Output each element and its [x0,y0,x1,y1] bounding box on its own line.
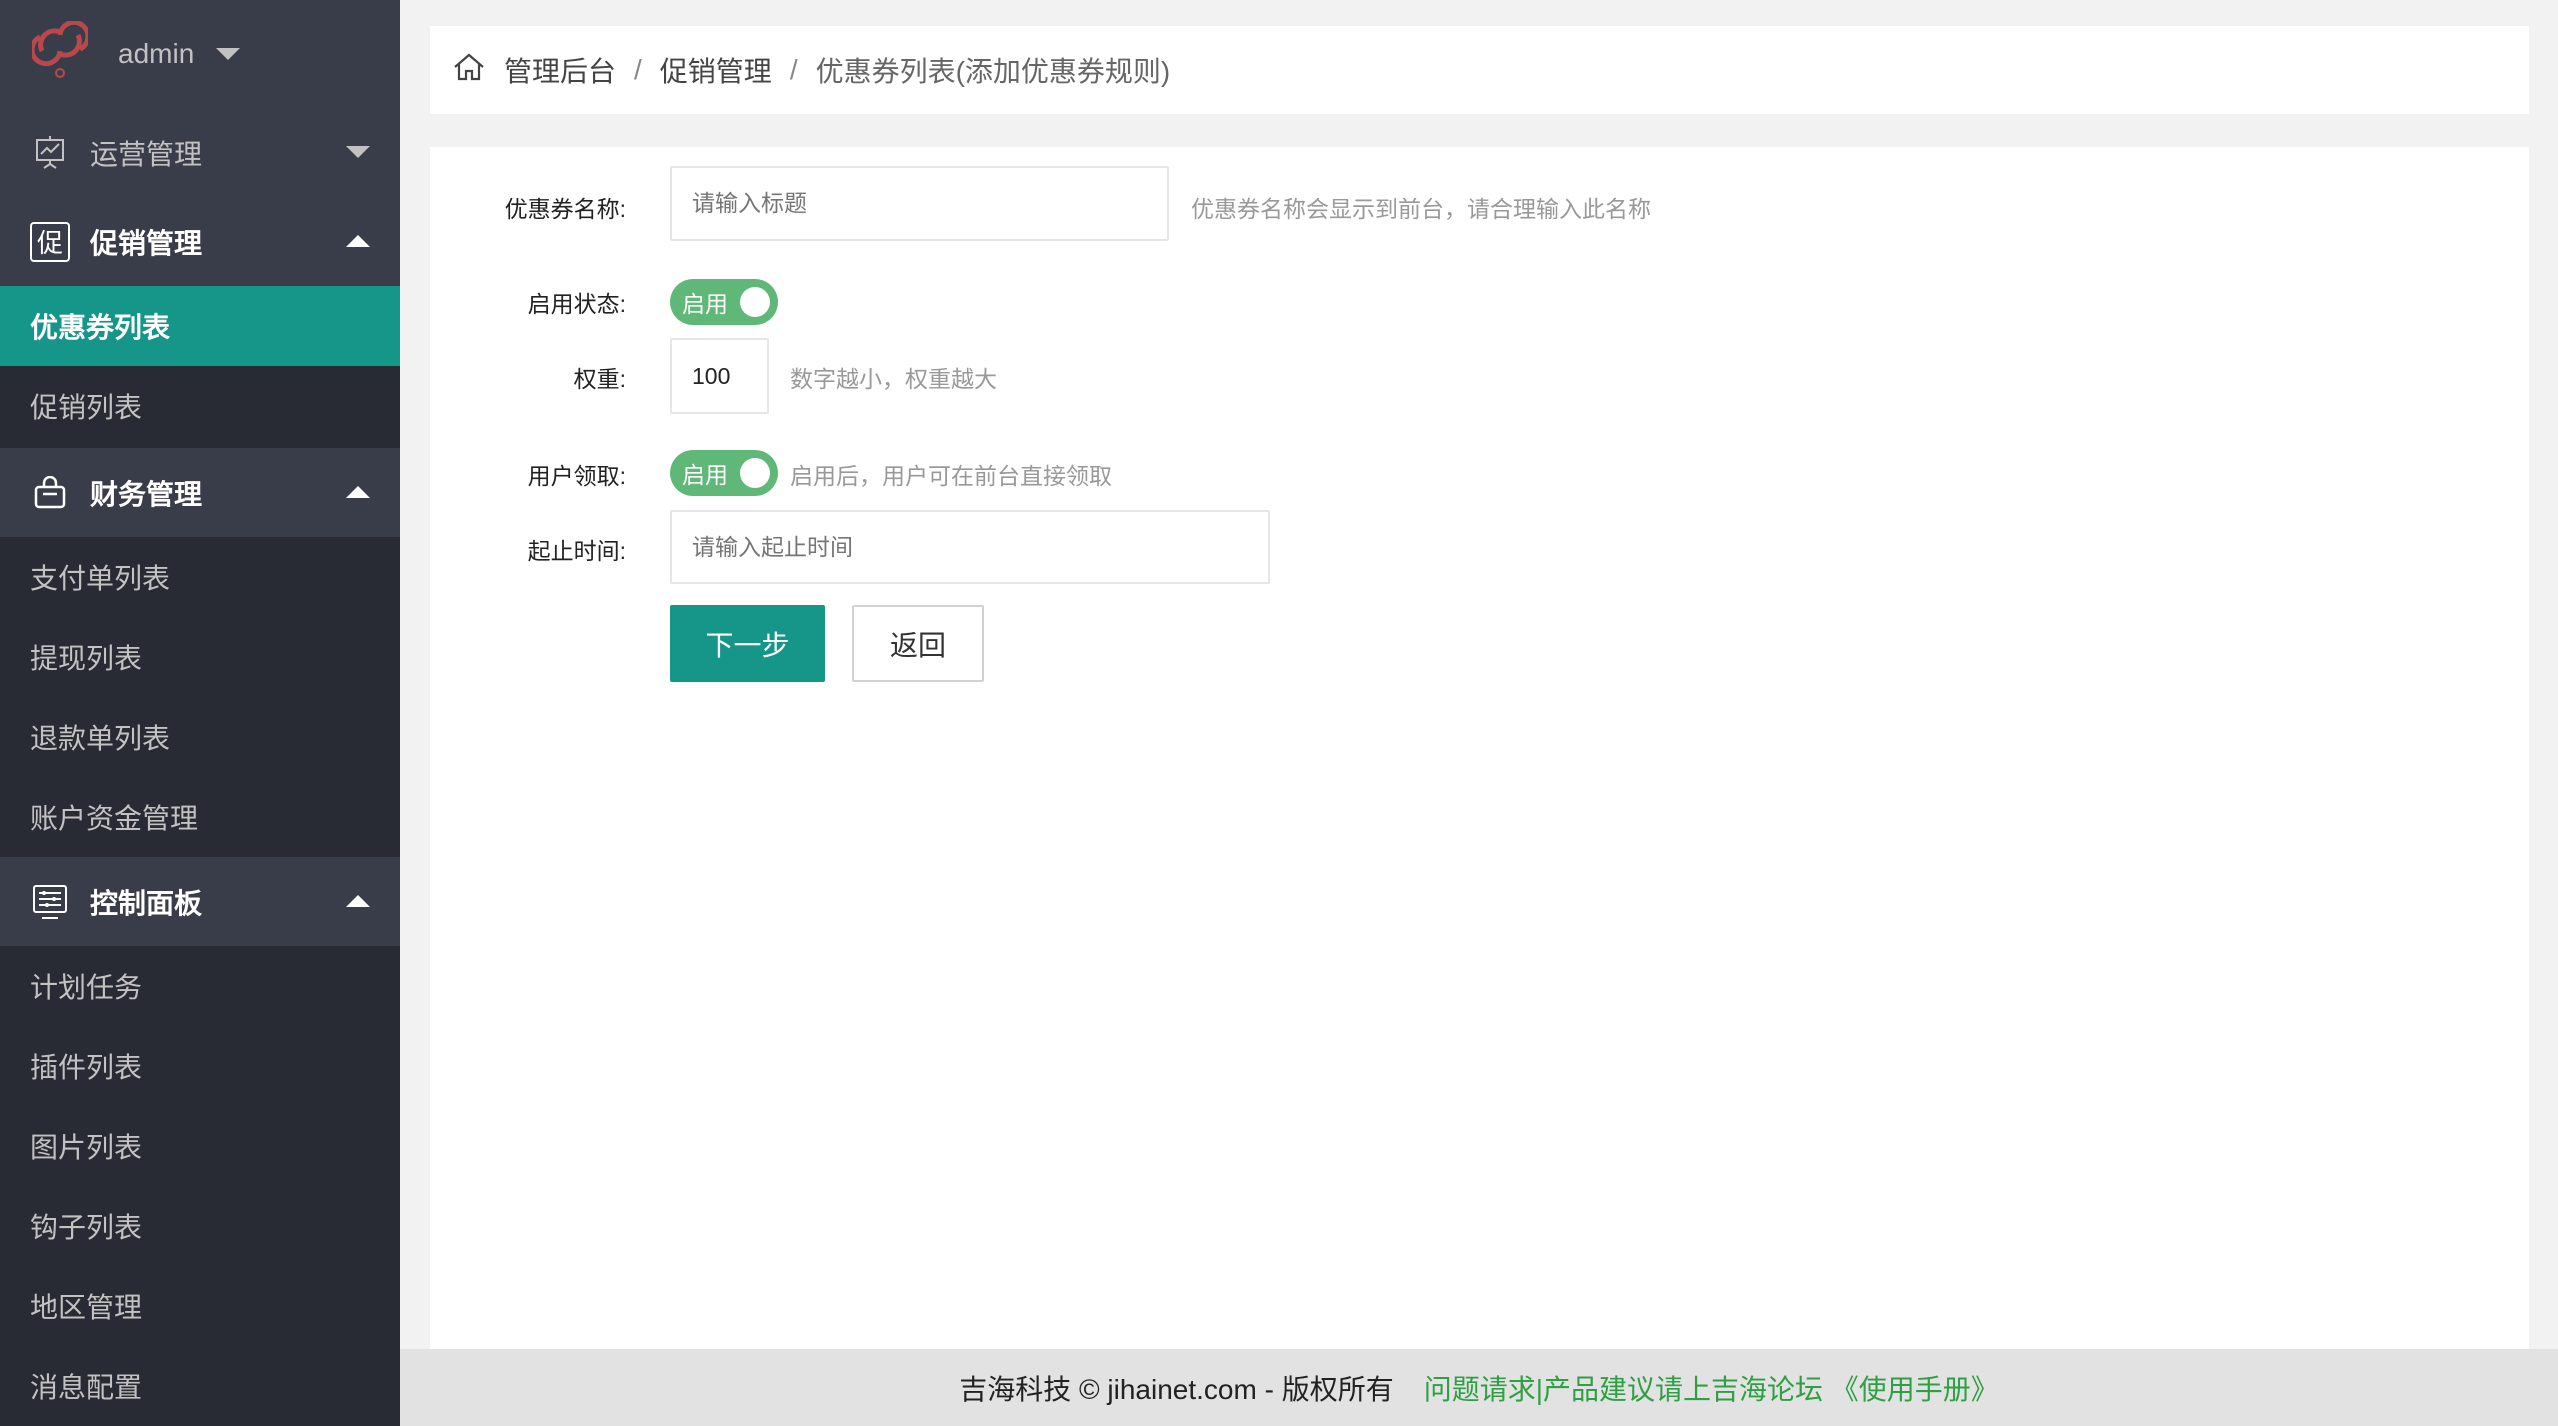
receive-hint: 启用后，用户可在前台直接领取 [790,457,1112,491]
status-toggle[interactable]: 启用 [670,279,778,325]
sidebar-item-account-funds[interactable]: 账户资金管理 [0,777,400,857]
coupon-name-label: 优惠券名称: [505,190,626,224]
sidebar-group-label: 控制面板 [90,882,202,922]
chevron-down-icon[interactable] [216,48,240,60]
time-range-input[interactable] [670,510,1270,584]
presentation-chart-icon [30,133,70,173]
coupon-name-hint: 优惠券名称会显示到前台，请合理输入此名称 [1191,190,1651,224]
sidebar-group-promotion[interactable]: 促 促销管理 [0,197,400,286]
chevron-down-icon [346,146,370,158]
sidebar-item-scheduled-tasks[interactable]: 计划任务 [0,946,400,1026]
breadcrumb-current: 优惠券列表(添加优惠券规则) [816,50,1171,90]
weight-label: 权重: [574,360,626,394]
sidebar-group-control-panel[interactable]: 控制面板 [0,857,400,946]
sidebar-item-refund-list[interactable]: 退款单列表 [0,697,400,777]
sidebar-group-label: 运营管理 [90,133,202,173]
back-button[interactable]: 返回 [852,605,984,682]
sidebar-item-hook-list[interactable]: 钩子列表 [0,1186,400,1266]
copyright: 吉海科技 © jihainet.com - 版权所有 [959,1368,1393,1408]
forum-link[interactable]: 问题请求|产品建议请上吉海论坛 《使用手册》 [1424,1368,1999,1408]
sidebar-item-plugin-list[interactable]: 插件列表 [0,1026,400,1106]
toggle-text: 启用 [682,285,728,319]
chevron-up-icon [346,895,370,907]
home-icon[interactable] [452,52,486,89]
weight-hint: 数字越小，权重越大 [790,360,997,394]
sidebar: admin 运营管理 促 促销管理 优惠券列表 促销列表 财务管理 支付单列表 … [0,0,400,1426]
receive-label: 用户领取: [528,457,626,491]
username[interactable]: admin [118,38,194,70]
toggle-text: 启用 [682,456,728,490]
weight-input[interactable]: 100 [670,338,769,414]
sidebar-group-operations[interactable]: 运营管理 [0,108,400,197]
sidebar-item-image-list[interactable]: 图片列表 [0,1106,400,1186]
sidebar-item-region[interactable]: 地区管理 [0,1266,400,1346]
control-panel-icon [30,882,70,922]
breadcrumb-item[interactable]: 促销管理 [660,50,772,90]
coupon-form: 优惠券名称: 优惠券名称会显示到前台，请合理输入此名称 启用状态: 启用 权重:… [430,147,2529,1349]
chevron-up-icon [346,235,370,247]
sidebar-item-coupon-list[interactable]: 优惠券列表 [0,286,400,366]
sidebar-group-label: 财务管理 [90,473,202,513]
shopping-bag-icon [30,473,70,513]
promo-char-icon: 促 [30,222,70,262]
coupon-name-input[interactable] [670,166,1169,241]
breadcrumb: 管理后台 / 促销管理 / 优惠券列表(添加优惠券规则) [430,26,2529,114]
footer: 吉海科技 © jihainet.com - 版权所有 问题请求|产品建议请上吉海… [400,1349,2558,1426]
logo-icon [32,21,88,88]
status-label: 启用状态: [528,285,626,319]
breadcrumb-separator: / [790,54,798,86]
sidebar-group-label: 促销管理 [90,222,202,262]
chevron-up-icon [346,486,370,498]
next-button[interactable]: 下一步 [670,605,825,682]
sidebar-item-message-config[interactable]: 消息配置 [0,1346,400,1426]
breadcrumb-item[interactable]: 管理后台 [504,50,616,90]
sidebar-group-finance[interactable]: 财务管理 [0,448,400,537]
toggle-knob [740,287,770,317]
sidebar-item-payment-list[interactable]: 支付单列表 [0,537,400,617]
user-menu[interactable]: admin [0,0,400,108]
sidebar-item-promotion-list[interactable]: 促销列表 [0,366,400,446]
time-label: 起止时间: [528,532,626,566]
toggle-knob [740,458,770,488]
receive-toggle[interactable]: 启用 [670,450,778,496]
breadcrumb-separator: / [634,54,642,86]
sidebar-item-withdraw-list[interactable]: 提现列表 [0,617,400,697]
